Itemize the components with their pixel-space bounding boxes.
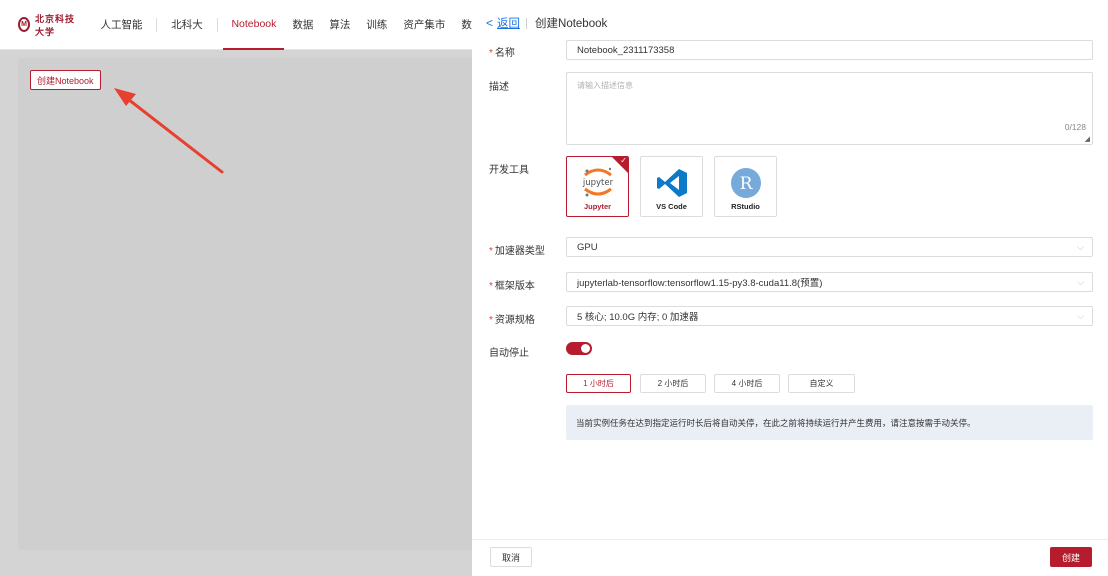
tool-name-rstudio: RStudio bbox=[731, 202, 760, 211]
notebook-list-area: 创建Notebook bbox=[18, 58, 472, 550]
tool-card-jupyter[interactable]: jupyter Jupyter ✓ bbox=[566, 156, 629, 217]
top-navigation: M 北京科技大学 人工智能 北科大 Notebook 数据 算法 训练 资产集市… bbox=[0, 0, 472, 50]
accelerator-label: * 加速器类型 bbox=[489, 242, 545, 257]
framework-label: * 框架版本 bbox=[489, 277, 535, 292]
duration-2h-button[interactable]: 2 小时后 bbox=[640, 374, 706, 393]
resources-value: 5 核心; 10.0G 内存; 0 加速器 bbox=[577, 312, 699, 323]
required-mark: * bbox=[489, 246, 493, 257]
chevron-down-icon: ⌵ bbox=[1077, 277, 1084, 287]
nav-item-asset-market[interactable]: 资产集市 bbox=[395, 0, 453, 50]
required-mark: * bbox=[489, 315, 493, 326]
name-input-value: Notebook_2311173358 bbox=[577, 44, 675, 56]
nav-item-data[interactable]: 数据 bbox=[284, 0, 321, 50]
nav-item-ustb[interactable]: 北科大 bbox=[163, 0, 211, 50]
nav-item-algorithm[interactable]: 算法 bbox=[321, 0, 358, 50]
accelerator-select[interactable]: GPU ⌵ bbox=[566, 237, 1093, 257]
toggle-knob bbox=[581, 344, 590, 353]
chevron-down-icon: ⌵ bbox=[1077, 242, 1084, 252]
notice-text: 当前实例任务在达到指定运行时长后将自动关停，在此之前将持续运行并产生费用，请注意… bbox=[576, 417, 976, 428]
university-seal-icon: M bbox=[18, 17, 30, 32]
nav-divider bbox=[156, 17, 158, 32]
tool-card-rstudio[interactable]: R RStudio bbox=[714, 156, 777, 217]
create-notebook-drawer: < 返回 创建Notebook * 名称 Notebook_2311173358 … bbox=[472, 0, 1108, 576]
drawer-header: < 返回 创建Notebook bbox=[486, 15, 607, 31]
description-label: 描述 bbox=[489, 82, 509, 93]
character-counter: 0/128 bbox=[1064, 122, 1086, 132]
chevron-down-icon: ⌵ bbox=[1077, 311, 1084, 321]
resources-select[interactable]: 5 核心; 10.0G 内存; 0 加速器 ⌵ bbox=[566, 306, 1093, 326]
checkmark-icon: ✓ bbox=[620, 156, 627, 165]
accelerator-value: GPU bbox=[577, 241, 598, 253]
tool-card-vscode[interactable]: VS Code bbox=[640, 156, 703, 217]
footer-divider bbox=[472, 539, 1108, 540]
name-label: * 名称 bbox=[489, 44, 515, 59]
rstudio-icon: R bbox=[730, 168, 761, 198]
required-mark: * bbox=[489, 48, 493, 59]
create-notebook-button[interactable]: 创建Notebook bbox=[30, 70, 101, 90]
create-button[interactable]: 创建 bbox=[1050, 547, 1092, 567]
auto-stop-toggle[interactable] bbox=[566, 342, 592, 355]
tool-name-jupyter: Jupyter bbox=[583, 202, 612, 211]
drawer-title: 创建Notebook bbox=[535, 18, 608, 30]
jupyter-logo-text: jupyter bbox=[581, 178, 613, 188]
name-label-text: 名称 bbox=[494, 48, 515, 59]
description-placeholder: 请输入描述信息 bbox=[577, 81, 633, 90]
nav-divider bbox=[216, 17, 218, 32]
framework-value: jupyterlab-tensorflow:tensorflow1.15-py3… bbox=[577, 278, 823, 289]
duration-1h-button[interactable]: 1 小时后 bbox=[566, 374, 631, 393]
resize-handle-icon[interactable]: ◢ bbox=[1085, 135, 1090, 143]
rstudio-logo-text: R bbox=[739, 174, 753, 194]
framework-label-text: 框架版本 bbox=[494, 281, 535, 292]
duration-custom-button[interactable]: 自定义 bbox=[788, 374, 855, 393]
nav-item-truncated[interactable]: 数 bbox=[461, 0, 472, 50]
framework-select[interactable]: jupyterlab-tensorflow:tensorflow1.15-py3… bbox=[566, 272, 1093, 292]
description-textarea[interactable]: 请输入描述信息 0/128 ◢ bbox=[566, 72, 1093, 145]
duration-4h-button[interactable]: 4 小时后 bbox=[714, 374, 780, 393]
name-input[interactable]: Notebook_2311173358 bbox=[566, 40, 1093, 60]
resources-label: * 资源规格 bbox=[489, 311, 535, 326]
nav-item-training[interactable]: 训练 bbox=[358, 0, 395, 50]
university-logo[interactable]: M 北京科技大学 bbox=[18, 12, 78, 38]
resources-label-text: 资源规格 bbox=[494, 315, 535, 326]
nav-item-ai[interactable]: 人工智能 bbox=[92, 0, 150, 50]
accelerator-label-text: 加速器类型 bbox=[494, 246, 545, 257]
university-name: 北京科技大学 bbox=[34, 14, 75, 38]
auto-stop-notice: 当前实例任务在达到指定运行时长后将自动关停，在此之前将持续运行并产生费用，请注意… bbox=[566, 405, 1093, 440]
cancel-button[interactable]: 取消 bbox=[490, 547, 532, 567]
auto-stop-label: 自动停止 bbox=[489, 348, 529, 359]
tool-name-vscode: VS Code bbox=[656, 202, 687, 211]
nav-item-notebook[interactable]: Notebook bbox=[223, 0, 285, 50]
dev-tools-label: 开发工具 bbox=[489, 165, 529, 176]
chevron-left-icon[interactable]: < bbox=[486, 16, 493, 30]
header-divider bbox=[526, 17, 528, 29]
jupyter-icon: jupyter bbox=[581, 167, 613, 197]
vscode-icon bbox=[656, 169, 687, 197]
back-link[interactable]: 返回 bbox=[497, 15, 520, 31]
required-mark: * bbox=[489, 281, 493, 292]
